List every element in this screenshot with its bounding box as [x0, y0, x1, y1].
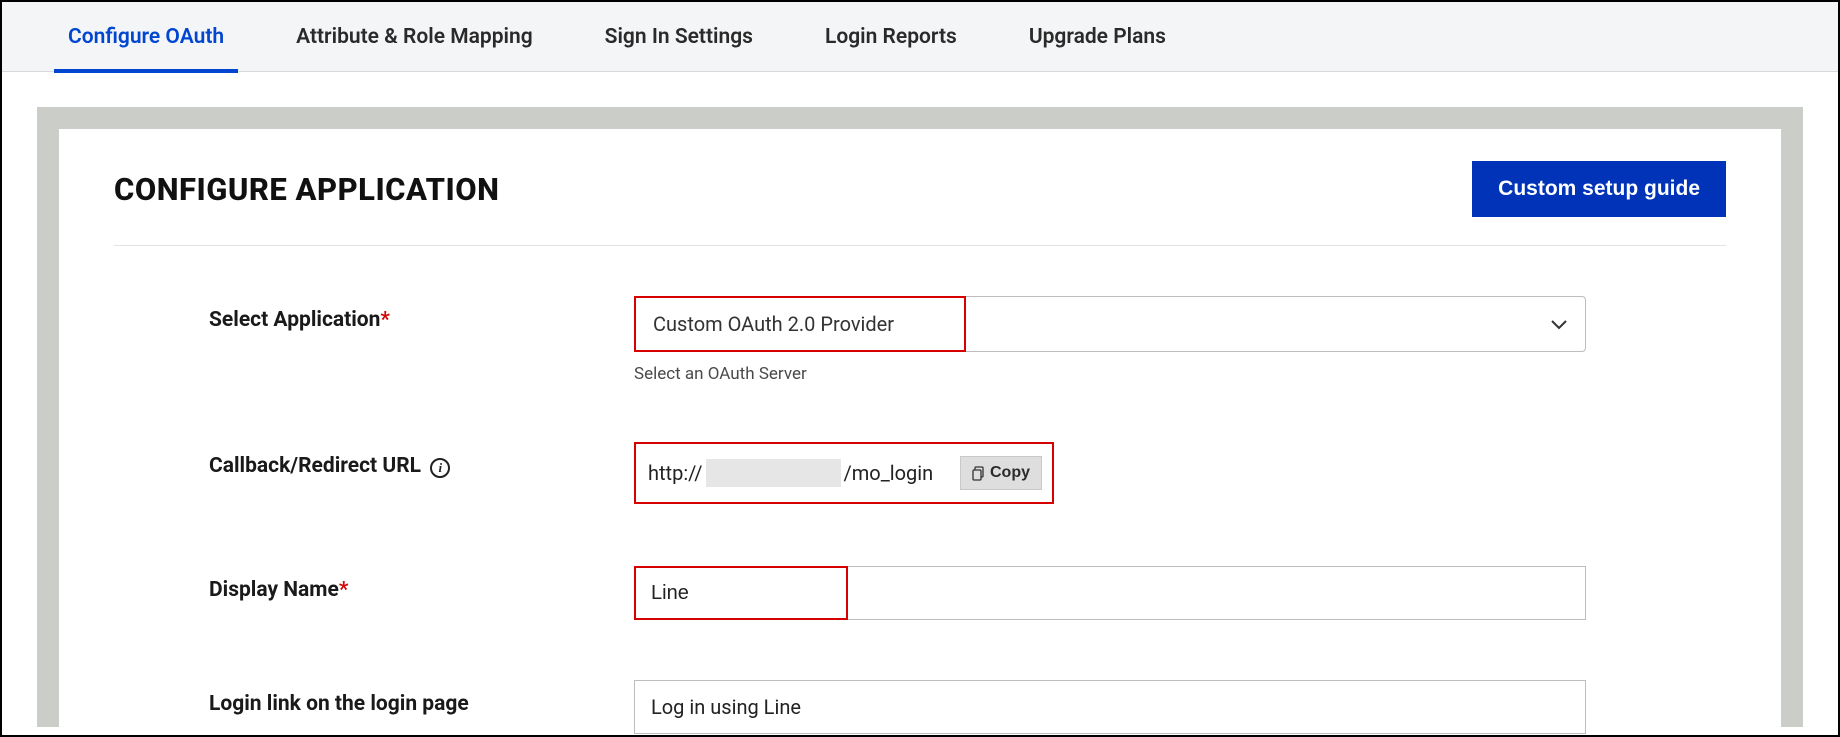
configure-application-card: CONFIGURE APPLICATION Custom setup guide… [59, 129, 1781, 729]
tab-upgrade-plans[interactable]: Upgrade Plans [993, 2, 1202, 72]
page-title: CONFIGURE APPLICATION [114, 171, 499, 208]
callback-url-redacted [706, 459, 841, 487]
select-application-value: Custom OAuth 2.0 Provider [653, 312, 894, 336]
tab-configure-oauth[interactable]: Configure OAuth [32, 2, 260, 72]
login-link-label: Login link on the login page [209, 692, 469, 716]
copy-button[interactable]: Copy [960, 456, 1042, 490]
select-application-helper: Select an OAuth Server [634, 364, 1586, 384]
tab-sign-in-settings[interactable]: Sign In Settings [569, 2, 789, 72]
select-application-dropdown[interactable]: Custom OAuth 2.0 Provider [634, 296, 1586, 352]
display-name-input[interactable] [634, 566, 1586, 620]
login-link-input[interactable]: Log in using Line [634, 680, 1586, 734]
select-application-label: Select Application* [209, 308, 390, 332]
display-name-label: Display Name* [209, 578, 348, 602]
custom-setup-guide-button[interactable]: Custom setup guide [1472, 161, 1726, 217]
callback-url-prefix: http:// [648, 461, 703, 485]
callback-url-suffix: /mo_login [844, 461, 934, 485]
info-icon[interactable]: i [430, 458, 450, 478]
callback-url-box: http:// /mo_login Copy [634, 442, 1054, 504]
chevron-down-icon [1551, 314, 1567, 335]
tab-login-reports[interactable]: Login Reports [789, 2, 993, 72]
callback-url-label: Callback/Redirect URL i [209, 454, 450, 478]
tab-attribute-role-mapping[interactable]: Attribute & Role Mapping [260, 2, 569, 72]
copy-icon [972, 466, 985, 481]
tabs-bar: Configure OAuth Attribute & Role Mapping… [2, 2, 1838, 72]
